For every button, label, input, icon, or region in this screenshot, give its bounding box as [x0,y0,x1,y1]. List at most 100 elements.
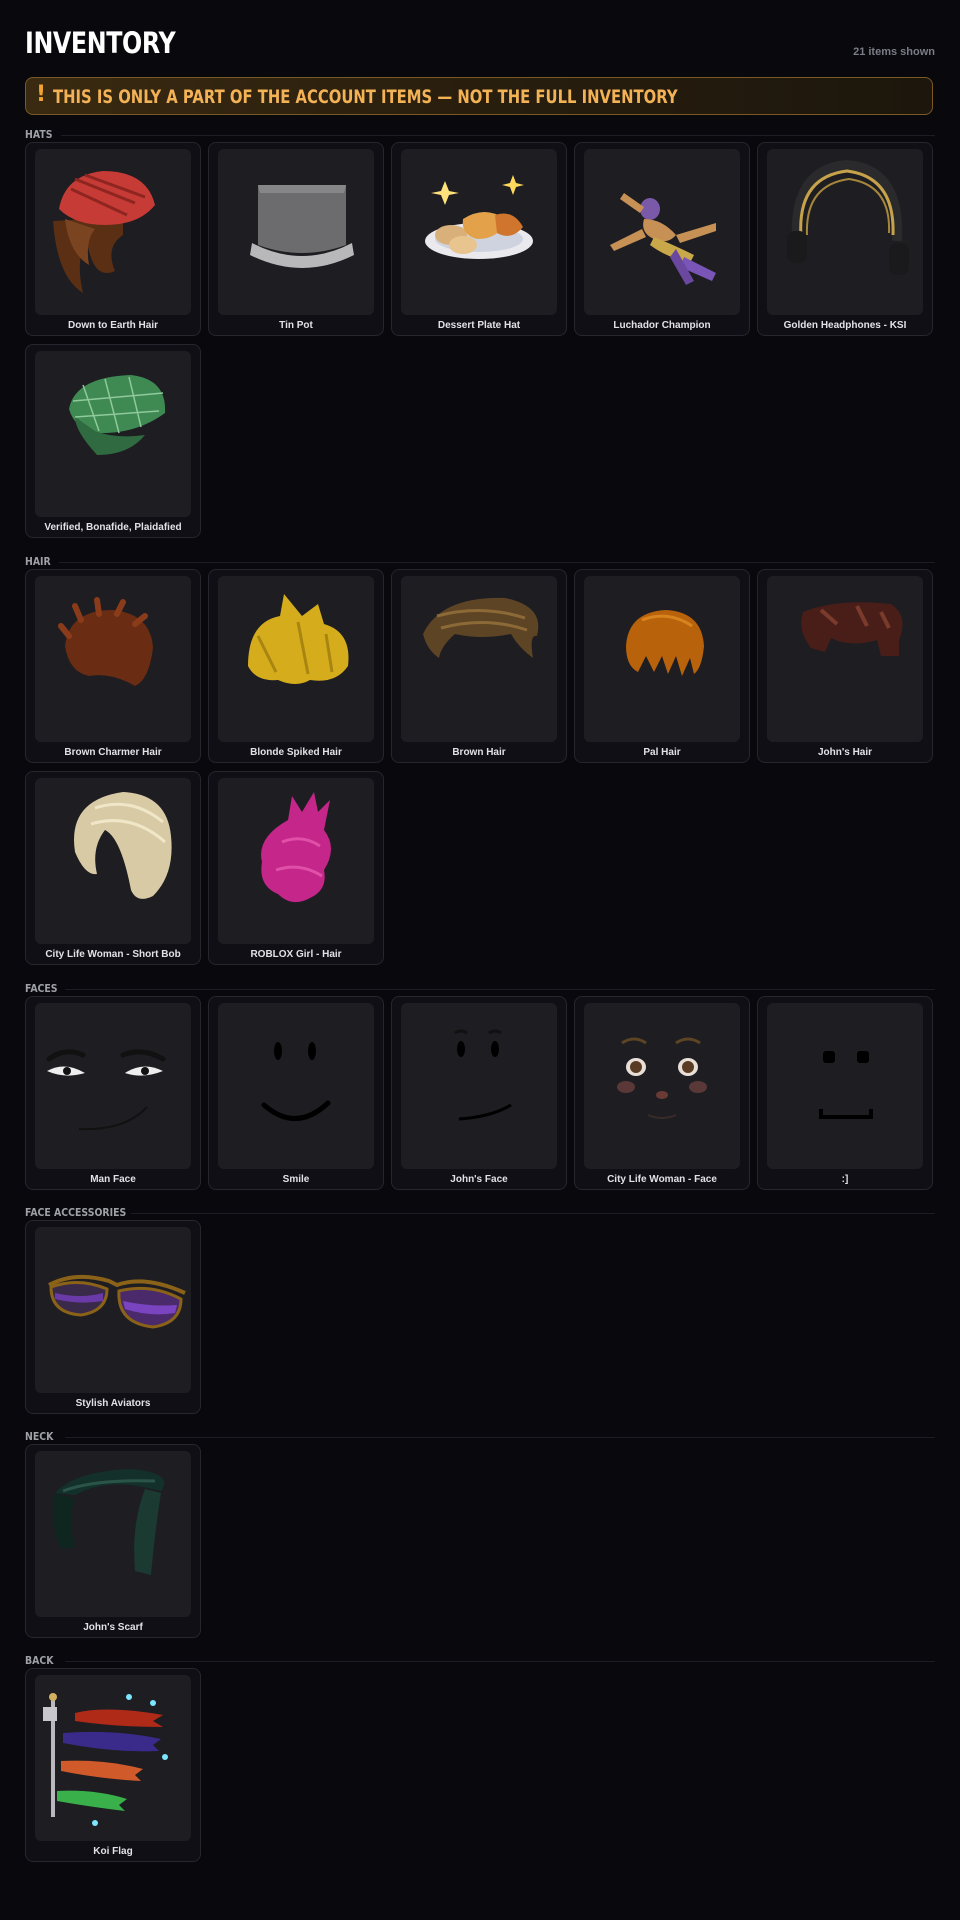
item-name: Koi Flag [93,1846,133,1857]
item-name: Smile [282,1174,310,1185]
item-name: Tin Pot [279,320,313,331]
brown-hair-icon [58,597,153,686]
section-label: HATS [25,128,53,141]
item-card[interactable]: City Life Woman - Face [574,996,750,1190]
blonde-bob-icon [74,792,172,899]
item-name: Man Face [90,1174,136,1185]
item-thumbnail [35,1227,191,1393]
section-divider [61,135,935,136]
item-card[interactable]: Pal Hair [574,569,750,763]
inventory-page: INVENTORY 21 items shown ! THIS IS ONLY … [25,0,935,1862]
item-card[interactable]: John's Hair [757,569,933,763]
item-thumbnail [218,576,374,742]
item-card[interactable]: Dessert Plate Hat [391,142,567,336]
item-card[interactable]: Blonde Spiked Hair [208,569,384,763]
item-thumbnail [401,576,557,742]
item-name: Brown Charmer Hair [64,747,162,758]
item-thumbnail [401,149,557,315]
item-thumbnail [767,576,923,742]
item-card[interactable]: Stylish Aviators [25,1220,201,1414]
warning-icon: ! [36,82,47,107]
item-thumbnail [767,1003,923,1169]
scarf-icon [53,1469,165,1575]
pink-hair-icon [261,792,331,903]
item-thumbnail [35,1675,191,1841]
item-thumbnail [218,149,374,315]
item-card[interactable]: City Life Woman - Short Bob [25,771,201,965]
item-thumbnail [35,576,191,742]
item-thumbnail [218,1003,374,1169]
item-thumbnail [584,576,740,742]
headphones-icon [787,159,909,275]
item-name: ROBLOX Girl - Hair [250,949,342,960]
item-thumbnail [35,1003,191,1169]
section-face-accessories: FACE ACCESSORIES Stylish Aviators [25,1206,935,1414]
blonde-spiked-hair-icon [248,594,349,684]
item-thumbnail [584,149,740,315]
item-name: Luchador Champion [613,320,711,331]
item-name: Blonde Spiked Hair [250,747,342,758]
item-name: Stylish Aviators [75,1398,151,1409]
koi-flag-icon [43,1693,168,1826]
item-thumbnail [35,1451,191,1617]
item-name: City Life Woman - Face [607,1174,717,1185]
item-card[interactable]: Verified, Bonafide, Plaidafied [25,344,201,538]
luchador-icon [610,193,716,285]
page-header: INVENTORY 21 items shown [25,0,935,70]
item-card[interactable]: :] [757,996,933,1190]
item-name: :] [841,1174,849,1185]
item-card[interactable]: ROBLOX Girl - Hair [208,771,384,965]
items-count: 21 items shown [853,46,935,58]
item-card[interactable]: Brown Hair [391,569,567,763]
item-name: John's Face [450,1174,508,1185]
plaid-cap-icon [69,375,166,455]
item-thumbnail [767,149,923,315]
woman-face-icon [617,1037,707,1119]
item-name: John's Hair [817,747,873,758]
item-name: City Life Woman - Short Bob [45,949,181,960]
section-label: HAIR [25,555,51,568]
item-card[interactable]: John's Face [391,996,567,1190]
warning-text: THIS IS ONLY A PART OF THE ACCOUNT ITEMS… [53,86,678,108]
item-name: Down to Earth Hair [67,320,158,331]
tin-pot-icon [250,185,354,268]
section-faces: FACES Man Face Smile John's Face City Li… [25,982,935,1190]
section-divider [65,1437,935,1438]
item-name: John's Scarf [83,1622,143,1633]
item-thumbnail [584,1003,740,1169]
section-label: FACE ACCESSORIES [25,1206,127,1219]
section-label: FACES [25,982,58,995]
item-card[interactable]: Luchador Champion [574,142,750,336]
dessert-plate-icon [425,175,533,259]
item-card[interactable]: Brown Charmer Hair [25,569,201,763]
item-card[interactable]: Smile [208,996,384,1190]
item-name: Golden Headphones - KSI [783,320,907,331]
section-divider [59,562,935,563]
section-hair: HAIR Brown Charmer Hair Blonde Spiked Ha… [25,555,935,965]
red-beanie-brown-hair-icon [53,171,155,293]
item-name: Pal Hair [643,747,681,758]
section-label: BACK [25,1654,54,1667]
item-card[interactable]: John's Scarf [25,1444,201,1638]
orange-hair-icon [626,610,704,676]
item-name: Brown Hair [452,747,506,758]
man-face-icon [46,1049,166,1131]
section-label: NECK [25,1430,54,1443]
item-card[interactable]: Down to Earth Hair [25,142,201,336]
section-neck: NECK John's Scarf [25,1430,935,1638]
section-hats: HATS Down to Earth Hair Tin Pot Dessert … [25,128,935,538]
item-name: Dessert Plate Hat [437,320,521,331]
item-thumbnail [35,149,191,315]
item-card[interactable]: Golden Headphones - KSI [757,142,933,336]
johns-face-icon [454,1029,512,1121]
dark-brown-hair-icon [801,602,903,656]
item-card[interactable]: Man Face [25,996,201,1190]
aviators-icon [48,1274,186,1329]
item-thumbnail [401,1003,557,1169]
item-card[interactable]: Koi Flag [25,1668,201,1862]
section-divider [131,1213,935,1214]
section-divider [65,1661,935,1662]
smile-face-icon [261,1042,331,1121]
item-thumbnail [218,778,374,944]
item-card[interactable]: Tin Pot [208,142,384,336]
